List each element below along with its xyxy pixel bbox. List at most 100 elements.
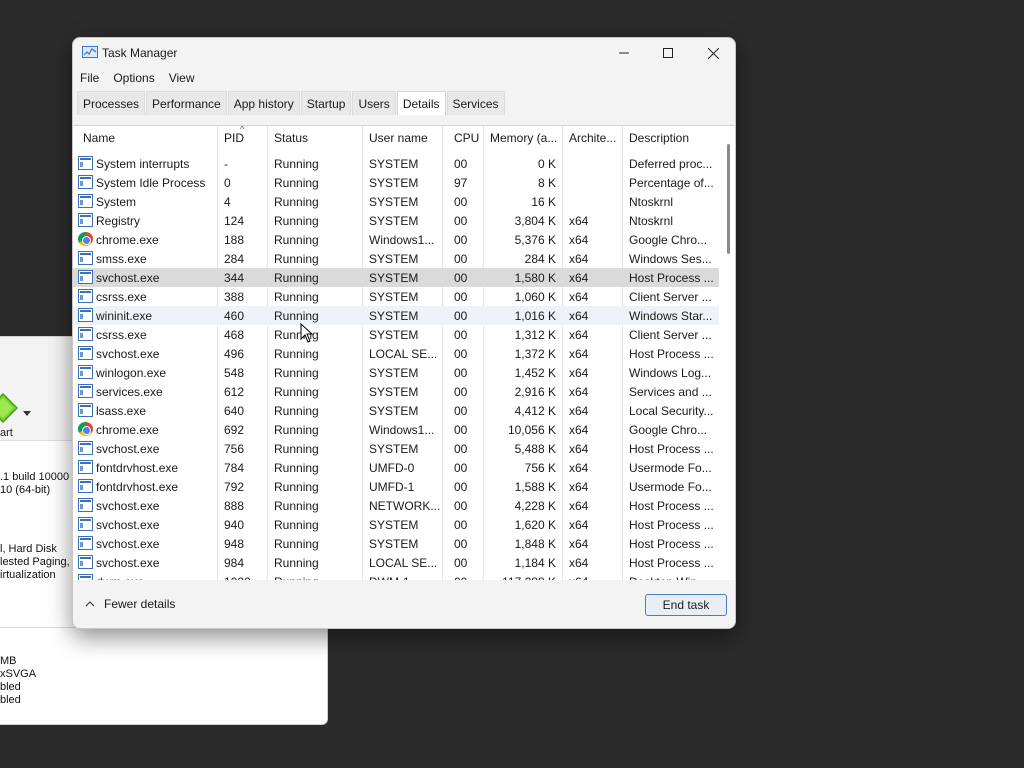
title-bar[interactable]: Task Manager xyxy=(73,38,735,68)
status-cell: Running xyxy=(274,195,319,209)
cpu-cell: 00 xyxy=(454,556,468,570)
column-header-cpu[interactable]: CPU xyxy=(454,131,484,145)
cpu-cell: 00 xyxy=(454,537,468,551)
description-cell: Usermode Fo... xyxy=(629,461,712,475)
tab-startup[interactable]: Startup xyxy=(300,91,352,115)
pid-cell: 4 xyxy=(224,195,231,209)
tab-app-history[interactable]: App history xyxy=(227,91,300,115)
menu-file[interactable]: File xyxy=(73,68,106,90)
table-row[interactable]: svchost.exe 496 Running LOCAL SE... 00 1,372 … xyxy=(73,344,719,363)
table-row[interactable]: System interrupts - Running SYSTEM 00 0 K Defe… xyxy=(73,154,719,173)
table-row[interactable]: fontdrvhost.exe 792 Running UMFD-1 00 1,588 K… xyxy=(73,477,719,496)
tab-details[interactable]: Details xyxy=(396,91,446,115)
table-row[interactable]: svchost.exe 948 Running SYSTEM 00 1,848 K x64 H… xyxy=(73,534,719,553)
column-header-architecture[interactable]: Archite... xyxy=(569,131,621,145)
pid-cell: 940 xyxy=(224,518,245,532)
user-name-cell: NETWORK... xyxy=(369,499,441,513)
table-row[interactable]: svchost.exe 756 Running SYSTEM 00 5,488 K x64 H… xyxy=(73,439,719,458)
process-name-cell: chrome.exe xyxy=(96,423,159,437)
menu-options[interactable]: Options xyxy=(106,68,161,90)
tab-services[interactable]: Services xyxy=(446,91,505,115)
column-header-name[interactable]: Name xyxy=(83,131,213,145)
architecture-cell: x64 xyxy=(569,480,589,494)
maximize-button[interactable] xyxy=(645,38,691,68)
close-button[interactable] xyxy=(690,38,735,68)
cpu-cell: 00 xyxy=(454,442,468,456)
window-icon xyxy=(78,194,93,208)
column-header-description[interactable]: Description xyxy=(629,131,717,145)
user-name-cell: DWM-1 xyxy=(369,575,441,580)
table-row[interactable]: fontdrvhost.exe 784 Running UMFD-0 00 756 K x6… xyxy=(73,458,719,477)
pid-cell: 784 xyxy=(224,461,245,475)
description-cell: Usermode Fo... xyxy=(629,480,712,494)
table-row[interactable]: smss.exe 284 Running SYSTEM 00 284 K x64 Window… xyxy=(73,249,719,268)
architecture-cell: x64 xyxy=(569,366,589,380)
end-task-button[interactable]: End task xyxy=(645,594,727,616)
minimize-button[interactable] xyxy=(601,38,647,68)
table-row[interactable]: Registry 124 Running SYSTEM 00 3,804 K x64 Ntos… xyxy=(73,211,719,230)
process-name-cell: Registry xyxy=(96,214,141,228)
vertical-scrollbar[interactable] xyxy=(727,144,730,254)
description-cell: Ntoskrnl xyxy=(629,214,674,228)
menu-view[interactable]: View xyxy=(162,68,202,90)
cpu-cell: 00 xyxy=(454,328,468,342)
memory-cell: 2,916 K xyxy=(514,385,556,399)
architecture-cell: x64 xyxy=(569,271,589,285)
process-name-cell: svchost.exe xyxy=(96,537,160,551)
cpu-cell: 00 xyxy=(454,461,468,475)
menu-bar: File Options View xyxy=(73,68,202,90)
table-row[interactable]: csrss.exe 468 Running SYSTEM 00 1,312 K x64 Cli… xyxy=(73,325,719,344)
tab-users[interactable]: Users xyxy=(352,91,396,115)
start-arrow-icon[interactable] xyxy=(0,393,18,423)
window-icon xyxy=(78,308,93,322)
architecture-cell: x64 xyxy=(569,537,589,551)
column-header-user-name[interactable]: User name xyxy=(369,131,441,145)
architecture-cell: x64 xyxy=(569,252,589,266)
window-icon xyxy=(78,403,93,417)
table-row[interactable]: winlogon.exe 548 Running SYSTEM 00 1,452 K x64… xyxy=(73,363,719,382)
pid-cell: 948 xyxy=(224,537,245,551)
process-name-cell: System Idle Process xyxy=(96,176,206,190)
table-row[interactable]: System 4 Running SYSTEM 00 16 K Ntoskrnl xyxy=(73,192,719,211)
column-header-status[interactable]: Status xyxy=(274,131,359,145)
table-row[interactable]: lsass.exe 640 Running SYSTEM 00 4,412 K x64 Loc… xyxy=(73,401,719,420)
mouse-cursor-icon xyxy=(300,323,313,343)
description-cell: Google Chro... xyxy=(629,423,708,437)
table-row[interactable]: chrome.exe 692 Running Windows1... 00 10,056 … xyxy=(73,420,719,439)
process-name-cell: wininit.exe xyxy=(96,309,153,323)
process-name-cell: chrome.exe xyxy=(96,233,159,247)
table-row[interactable]: System Idle Process 0 Running SYSTEM 97 8 K Pe… xyxy=(73,173,719,192)
process-name-cell: winlogon.exe xyxy=(96,366,167,380)
table-row[interactable]: svchost.exe 940 Running SYSTEM 00 1,620 K x64 H… xyxy=(73,515,719,534)
table-row[interactable]: svchost.exe 344 Running SYSTEM 00 1,580 K x64 H… xyxy=(73,268,719,287)
pid-cell: 388 xyxy=(224,290,245,304)
cpu-cell: 00 xyxy=(454,480,468,494)
table-row[interactable]: wininit.exe 460 Running SYSTEM 00 1,016 K x64 W… xyxy=(73,306,719,325)
description-cell: Services and ... xyxy=(629,385,712,399)
user-name-cell: SYSTEM xyxy=(369,309,419,323)
chevron-up-icon xyxy=(85,601,95,607)
cpu-cell: 00 xyxy=(454,385,468,399)
fewer-details-link[interactable]: Fewer details xyxy=(85,597,175,611)
description-cell: Percentage of... xyxy=(629,176,714,190)
process-name-cell: svchost.exe xyxy=(96,271,160,285)
table-row[interactable]: dwm.exe 1020 Running DWM-1 00 117,288 K x64 Des… xyxy=(73,572,719,580)
memory-cell: 1,580 K xyxy=(514,271,556,285)
table-row[interactable]: services.exe 612 Running SYSTEM 00 2,916 K x64… xyxy=(73,382,719,401)
table-row[interactable]: svchost.exe 888 Running NETWORK... 00 4,228 K… xyxy=(73,496,719,515)
memory-cell: 4,228 K xyxy=(514,499,556,513)
process-name-cell: svchost.exe xyxy=(96,518,160,532)
table-row[interactable]: svchost.exe 984 Running LOCAL SE... 00 1,184 … xyxy=(73,553,719,572)
table-row[interactable]: csrss.exe 388 Running SYSTEM 00 1,060 K x64 Cli… xyxy=(73,287,719,306)
process-name-cell: csrss.exe xyxy=(96,290,147,304)
cpu-cell: 00 xyxy=(454,214,468,228)
column-header-memory[interactable]: Memory (a... xyxy=(490,131,562,145)
tab-processes[interactable]: Processes xyxy=(77,91,146,115)
start-dropdown-icon[interactable] xyxy=(23,411,31,416)
window-icon xyxy=(78,365,93,379)
table-row[interactable]: chrome.exe 188 Running Windows1... 00 5,376 K… xyxy=(73,230,719,249)
tab-performance[interactable]: Performance xyxy=(146,91,227,115)
architecture-cell: x64 xyxy=(569,214,589,228)
pid-cell: 756 xyxy=(224,442,245,456)
description-cell: Google Chro... xyxy=(629,233,708,247)
